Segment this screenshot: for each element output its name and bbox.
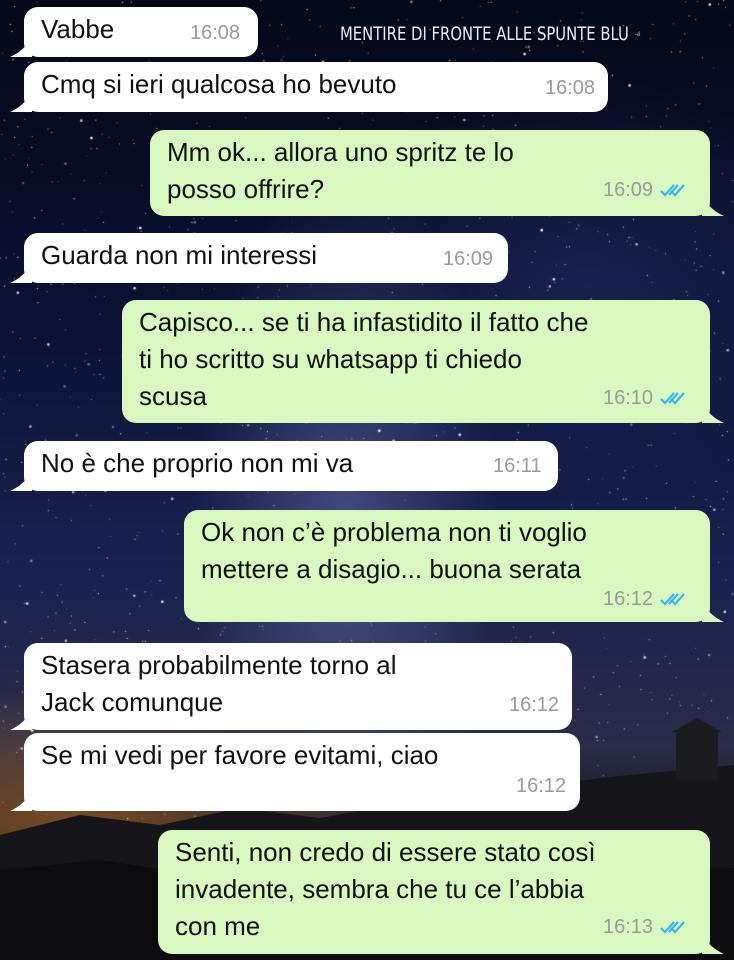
bubble-tail: [702, 403, 724, 423]
outgoing-message-bubble[interactable]: Capisco... se ti ha infastidito il fatto…: [122, 300, 724, 423]
message-timestamp: 16:12: [603, 589, 687, 609]
message-text: No è che proprio non mi va: [41, 448, 354, 478]
ship-icon: [635, 31, 641, 37]
read-receipt-icon: [660, 919, 685, 935]
incoming-message-bubble[interactable]: Cmq si ieri qualcosa ho bevuto 16:08: [10, 62, 608, 112]
message-text: Cmq si ieri qualcosa ho bevuto: [41, 69, 397, 99]
bubble-tail: [10, 92, 32, 112]
message-text: Guarda non mi interessi: [41, 240, 318, 270]
bubble-tail: [10, 710, 32, 730]
message-timestamp: 16:12: [516, 776, 566, 796]
incoming-message-bubble[interactable]: No è che proprio non mi va 16:11: [10, 441, 558, 491]
timestamp-text: 16:13: [603, 916, 654, 938]
bubble-tail: [702, 602, 724, 622]
bubble-tail: [10, 471, 32, 491]
timestamp-text: 16:12: [516, 775, 567, 797]
timestamp-text: 16:11: [493, 455, 542, 477]
timestamp-text: 16:08: [545, 77, 596, 99]
watermark-text: MENTIRE DI FRONTE ALLE SPUNTE BLU: [340, 23, 629, 45]
message-timestamp: 16:08: [545, 78, 595, 98]
timestamp-text: 16:09: [443, 248, 494, 270]
incoming-message-bubble[interactable]: Se mi vedi per favore evitami, ciao 16:12: [10, 733, 580, 811]
message-text: Stasera probabilmente torno al Jack comu…: [41, 650, 397, 717]
bubble-tail: [702, 196, 724, 216]
outgoing-message-bubble[interactable]: Mm ok... allora uno spritz te lo posso o…: [150, 130, 724, 216]
message-timestamp: 16:10: [603, 388, 687, 408]
timestamp-text: 16:10: [603, 387, 654, 409]
bubble-tail: [10, 791, 32, 811]
incoming-message-bubble[interactable]: Stasera probabilmente torno al Jack comu…: [10, 643, 572, 730]
bubble-tail: [10, 263, 32, 283]
incoming-message-bubble[interactable]: Vabbe 16:08: [10, 7, 258, 57]
watermark: MENTIRE DI FRONTE ALLE SPUNTE BLU: [340, 16, 641, 52]
message-timestamp: 16:08: [190, 23, 240, 43]
outgoing-message-bubble[interactable]: Ok non c’è problema non ti voglio metter…: [184, 510, 724, 622]
bubble-tail: [10, 37, 32, 57]
incoming-message-bubble[interactable]: Guarda non mi interessi 16:09: [10, 233, 508, 283]
message-timestamp: 16:11: [493, 456, 542, 476]
read-receipt-icon: [660, 390, 685, 406]
message-timestamp: 16:13: [603, 917, 687, 937]
timestamp-text: 16:12: [603, 588, 654, 610]
bubble-tail: [702, 934, 724, 954]
timestamp-text: 16:08: [190, 22, 241, 44]
read-receipt-icon: [660, 182, 685, 198]
message-timestamp: 16:12: [509, 695, 559, 715]
message-text: Se mi vedi per favore evitami, ciao: [41, 740, 439, 770]
message-text: Ok non c’è problema non ti voglio metter…: [201, 517, 587, 584]
message-timestamp: 16:09: [443, 249, 493, 269]
outgoing-message-bubble[interactable]: Senti, non credo di essere stato così in…: [158, 830, 724, 954]
read-receipt-icon: [660, 591, 685, 607]
timestamp-text: 16:09: [603, 179, 654, 201]
timestamp-text: 16:12: [509, 694, 560, 716]
message-timestamp: 16:09: [603, 180, 687, 200]
